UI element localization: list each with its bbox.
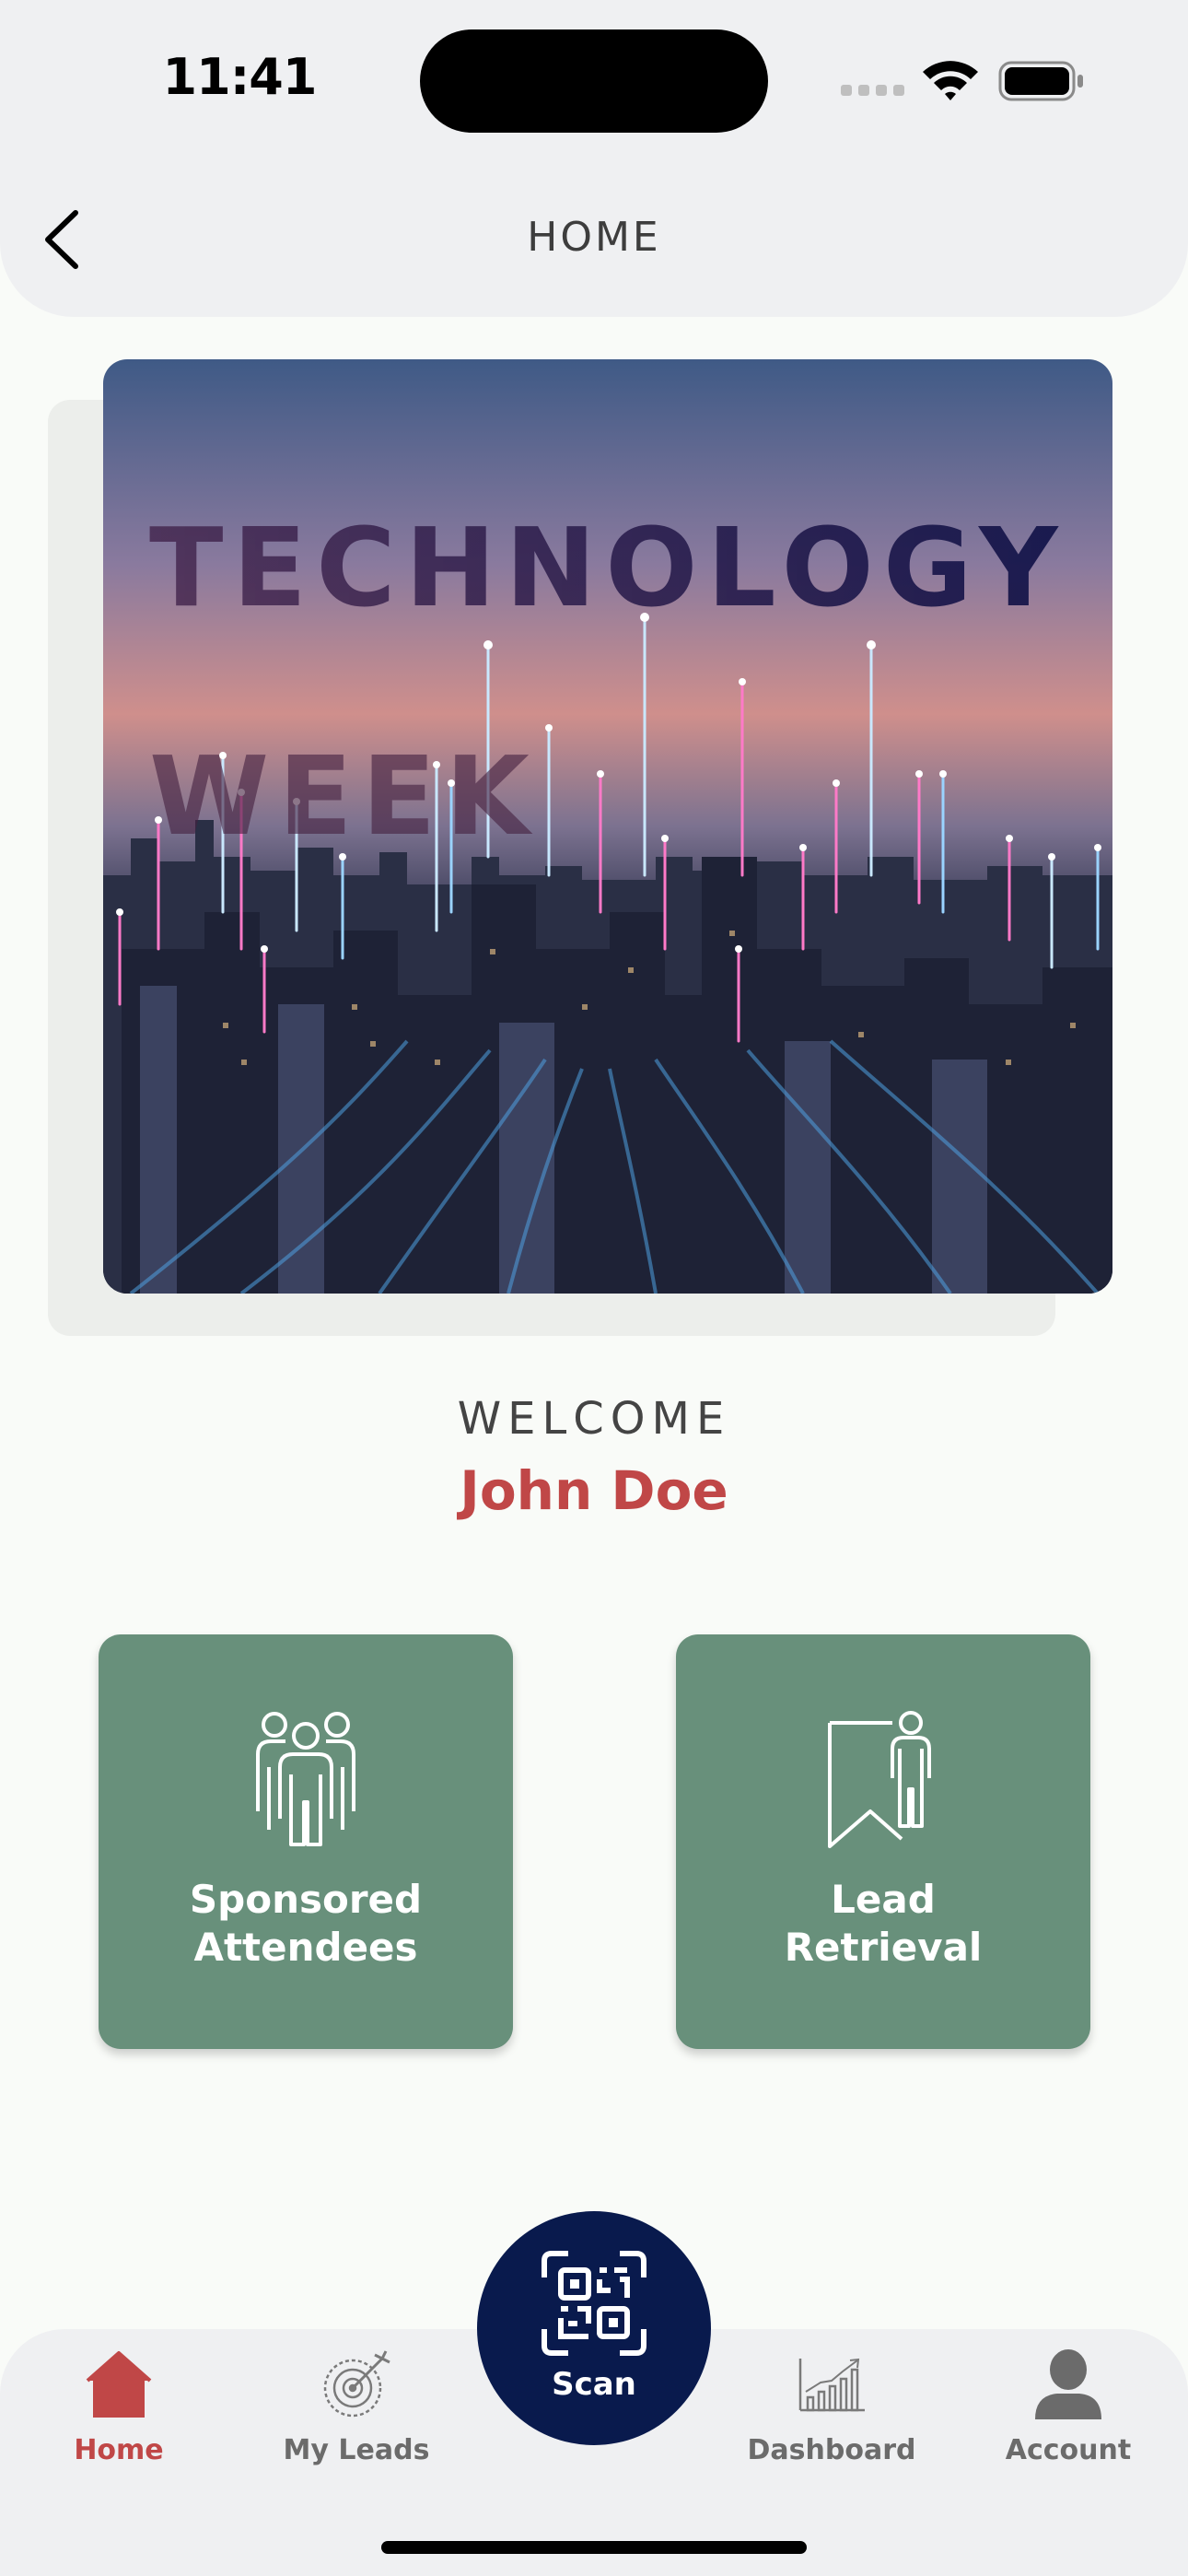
home-icon (84, 2349, 154, 2423)
sponsored-attendees-button[interactable]: Sponsored Attendees (99, 1634, 513, 2049)
lead-retrieval-button[interactable]: Lead Retrieval (676, 1634, 1090, 2049)
user-icon (1031, 2348, 1105, 2425)
tab-home-label: Home (74, 2434, 164, 2466)
tab-my-leads[interactable]: My Leads (255, 2348, 458, 2476)
dynamic-island (420, 29, 768, 133)
bar-chart-icon (797, 2355, 867, 2418)
tab-home[interactable]: Home (17, 2348, 220, 2476)
tab-my-leads-label: My Leads (283, 2434, 430, 2466)
user-name: John Doe (460, 1459, 728, 1522)
sponsored-attendees-label: Sponsored Attendees (189, 1877, 423, 1970)
home-indicator (381, 2541, 807, 2554)
hero-title-line1: TECHNOLOGY (149, 504, 1067, 631)
status-time: 11:41 (162, 48, 318, 106)
bookmark-person-icon (826, 1710, 940, 1852)
tab-account[interactable]: Account (967, 2348, 1170, 2476)
battery-icon (998, 61, 1085, 105)
tab-account-label: Account (1005, 2434, 1132, 2466)
welcome-label: WELCOME (457, 1393, 731, 1445)
event-banner-image: TECHNOLOGY WEEK (103, 359, 1112, 1294)
tab-dashboard-label: Dashboard (747, 2434, 916, 2466)
lead-retrieval-label: Lead Retrieval (784, 1877, 983, 1970)
qr-code-icon (541, 2250, 647, 2360)
hero-title-line2: WEEK (149, 732, 539, 860)
tab-dashboard[interactable]: Dashboard (730, 2348, 933, 2476)
scan-label: Scan (552, 2366, 636, 2403)
people-group-icon (249, 1710, 363, 1852)
target-icon (321, 2349, 391, 2423)
scan-button[interactable]: Scan (477, 2211, 711, 2445)
wifi-icon (921, 57, 980, 105)
page-title: HOME (527, 214, 661, 261)
cellular-signal-icon (841, 83, 907, 101)
hero-title: TECHNOLOGY WEEK (149, 396, 1067, 967)
